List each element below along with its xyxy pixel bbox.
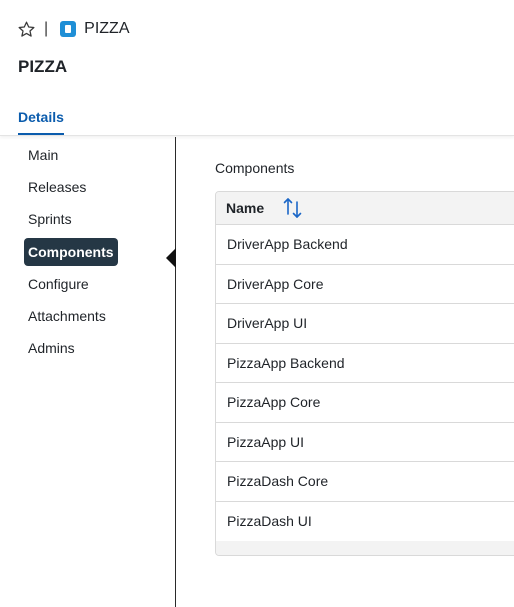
- breadcrumb-project[interactable]: PIZZA: [84, 20, 129, 38]
- table-row[interactable]: PizzaDash UI: [216, 502, 514, 542]
- sidebar-item-admins[interactable]: Admins: [24, 334, 79, 362]
- section-label: Components: [215, 160, 295, 176]
- table-row[interactable]: PizzaApp Core: [216, 383, 514, 423]
- sidebar-item-releases[interactable]: Releases: [24, 173, 90, 201]
- page-title: PIZZA: [18, 57, 68, 76]
- table-row[interactable]: DriverApp Core: [216, 265, 514, 304]
- active-item-pointer: [166, 248, 176, 268]
- sort-arrows-icon[interactable]: [282, 196, 304, 220]
- table-row[interactable]: PizzaApp UI: [216, 423, 514, 462]
- table-row[interactable]: DriverApp Backend: [216, 225, 514, 265]
- table-row[interactable]: DriverApp UI: [216, 304, 514, 344]
- sidebar-item-attachments[interactable]: Attachments: [24, 302, 110, 330]
- sidebar-item-sprints[interactable]: Sprints: [24, 205, 76, 233]
- table-row[interactable]: PizzaDash Core: [216, 462, 514, 502]
- components-table: Name DriverApp Backend DriverApp Core Dr…: [215, 191, 514, 556]
- table-footer: [216, 541, 514, 555]
- star-icon[interactable]: [17, 20, 36, 39]
- column-header-name[interactable]: Name: [226, 200, 264, 216]
- breadcrumb-separator: |: [44, 20, 49, 37]
- sidebar-item-configure[interactable]: Configure: [24, 270, 93, 298]
- tab-details[interactable]: Details: [18, 109, 64, 135]
- tab-bar: Details: [0, 100, 514, 136]
- breadcrumb: | PIZZA: [17, 18, 130, 40]
- table-row[interactable]: PizzaApp Backend: [216, 344, 514, 383]
- sidebar-item-components[interactable]: Components: [24, 238, 118, 266]
- sidebar-item-main[interactable]: Main: [24, 141, 62, 169]
- project-board-icon: [60, 21, 77, 37]
- sidebar: Main Releases Sprints Components Configu…: [0, 137, 176, 607]
- table-header: Name: [216, 192, 514, 225]
